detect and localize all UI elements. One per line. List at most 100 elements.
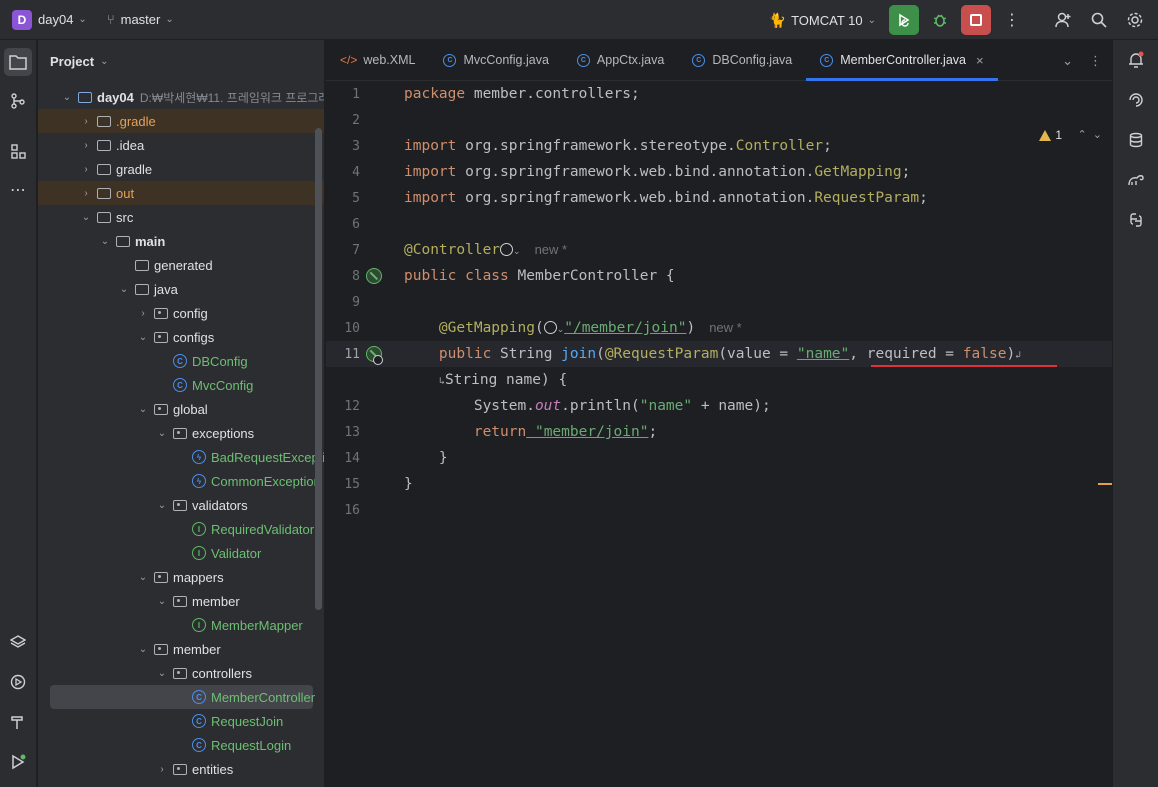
run-icon[interactable] — [4, 748, 32, 776]
chevron-down-icon[interactable]: ⌄ — [155, 500, 169, 511]
tree-item[interactable]: ⌄ member — [38, 637, 324, 661]
tree-item[interactable]: I Validator — [38, 541, 324, 565]
tree-item[interactable]: ⌄ java — [38, 277, 324, 301]
chevron-right-icon[interactable]: › — [79, 116, 93, 127]
tree-item[interactable]: ⌄ configs — [38, 325, 324, 349]
tree-item[interactable]: › .gradle — [38, 109, 324, 133]
run-config-selector[interactable]: 🐈 TOMCAT 10 ⌄ — [769, 12, 876, 29]
class-icon: C — [692, 53, 706, 67]
tree-item[interactable]: ⌄ global — [38, 397, 324, 421]
tab-appctx[interactable]: C AppCtx.java — [563, 40, 678, 80]
tree-item[interactable]: ⌄ main — [38, 229, 324, 253]
gradle-icon[interactable] — [1122, 166, 1150, 194]
commit-icon[interactable] — [4, 87, 32, 115]
gear-icon[interactable] — [1120, 5, 1150, 35]
tree-item[interactable]: ⌄ controllers — [38, 661, 324, 685]
rerun-button[interactable] — [889, 5, 919, 35]
tree-item[interactable]: C MvcConfig — [38, 373, 324, 397]
more-icon[interactable]: ⋮ — [1089, 53, 1102, 69]
tree-item[interactable]: ⌄ mappers — [38, 565, 324, 589]
tab-dbconfig[interactable]: C DBConfig.java — [678, 40, 806, 80]
tree-item[interactable]: ϟ BadRequestException — [38, 445, 324, 469]
chevron-down-icon[interactable]: ⌄ — [136, 572, 150, 583]
tree-item[interactable]: I MemberMapper — [38, 613, 324, 637]
globe-icon[interactable] — [543, 321, 557, 334]
tab-web-xml[interactable]: </> web.XML — [326, 40, 429, 80]
search-icon[interactable] — [1084, 5, 1114, 35]
chevron-right-icon[interactable]: › — [136, 308, 150, 319]
code-line: 9 — [326, 289, 1112, 315]
chevron-down-icon[interactable]: ⌄ — [155, 428, 169, 439]
tree-item[interactable]: C RequestLogin — [38, 733, 324, 757]
chevron-down-icon[interactable]: ⌄ — [60, 92, 74, 103]
tree-item-label: gradle — [116, 161, 153, 177]
tree-item[interactable]: › out — [38, 181, 324, 205]
project-badge[interactable]: D — [12, 9, 32, 30]
more-icon[interactable]: ⋮ — [997, 5, 1027, 35]
database-icon[interactable] — [1122, 126, 1150, 154]
tree-item[interactable]: › entities — [38, 757, 324, 781]
code-line: 5 import org.springframework.web.bind.an… — [326, 185, 1112, 211]
tree-item[interactable]: › gradle — [38, 157, 324, 181]
tree-item[interactable]: ⌄ validators — [38, 493, 324, 517]
line-number: 1 — [352, 86, 360, 102]
class-icon: C — [443, 53, 457, 67]
notifications-icon[interactable] — [1122, 46, 1150, 74]
spring-bean-icon[interactable] — [366, 268, 382, 284]
tree-item[interactable]: generated — [38, 253, 324, 277]
chevron-down-icon[interactable]: ⌄ — [155, 596, 169, 607]
services-icon[interactable] — [4, 668, 32, 696]
tree-item[interactable]: ⌄ member — [38, 589, 324, 613]
tree-item[interactable]: C DBConfig — [38, 349, 324, 373]
tree-item[interactable]: C RequestJoin — [38, 709, 324, 733]
debug-button[interactable] — [925, 5, 955, 35]
layers-icon[interactable] — [4, 628, 32, 656]
chevron-down-icon[interactable]: ⌄ — [136, 404, 150, 415]
tab-membercontroller[interactable]: C MemberController.java × — [806, 40, 998, 81]
tree-item-label: controllers — [192, 665, 252, 681]
chevron-down-icon[interactable]: ⌄ — [117, 284, 131, 295]
tree-item-label: MemberController — [211, 689, 316, 705]
close-icon[interactable]: × — [976, 53, 984, 68]
branch-selector[interactable]: ⑂ master ⌄ — [107, 12, 174, 27]
chevron-right-icon[interactable]: › — [79, 140, 93, 151]
tree-item[interactable]: › .idea — [38, 133, 324, 157]
chevron-down-icon[interactable]: ⌄ — [79, 212, 93, 223]
add-user-icon[interactable] — [1048, 5, 1078, 35]
structure-icon[interactable] — [4, 137, 32, 165]
project-scrollbar[interactable] — [315, 128, 322, 610]
chevron-down-icon[interactable]: ⌄ — [1062, 53, 1073, 69]
chevron-right-icon[interactable]: › — [79, 164, 93, 175]
stop-button[interactable] — [961, 5, 991, 35]
web-endpoint-icon[interactable] — [373, 355, 383, 365]
ai-assistant-icon[interactable] — [1122, 86, 1150, 114]
build-hammer-icon[interactable] — [4, 708, 32, 736]
tab-mvcconfig[interactable]: C MvcConfig.java — [429, 40, 562, 80]
tree-item[interactable]: C MemberController — [50, 685, 316, 709]
chevron-down-icon[interactable]: ⌄ — [155, 668, 169, 679]
stop-icon — [970, 14, 982, 26]
folder-icon — [97, 139, 111, 151]
project-name[interactable]: day04 — [38, 12, 73, 27]
project-folder-icon[interactable] — [4, 48, 32, 76]
tree-item[interactable]: › config — [38, 301, 324, 325]
code-area[interactable]: 1 ⌃ ⌄ 1 package member.controllers; 2 3 … — [326, 81, 1112, 787]
tree-item[interactable]: ⌄ exceptions — [38, 421, 324, 445]
warning-stripe-marker[interactable] — [1098, 483, 1112, 485]
chevron-right-icon[interactable]: › — [79, 188, 93, 199]
tree-item[interactable]: I RequiredValidator — [38, 517, 324, 541]
more-tools-icon[interactable]: ⋯ — [4, 176, 32, 204]
tree-item-label: .gradle — [116, 113, 156, 129]
folder-icon — [116, 235, 130, 247]
chevron-down-icon[interactable]: ⌄ — [136, 644, 150, 655]
chevron-down-icon[interactable]: ⌄ — [98, 236, 112, 247]
python-console-icon[interactable] — [1122, 206, 1150, 234]
chevron-down-icon[interactable]: ⌄ — [78, 14, 86, 25]
globe-icon[interactable] — [500, 243, 514, 256]
tree-item[interactable]: ⌄ src — [38, 205, 324, 229]
tree-item[interactable]: ⌄ day04 D:₩박세현₩11. 프레임워크 프로그래밍 — [38, 85, 324, 109]
project-panel-header[interactable]: Project ⌄ — [38, 40, 324, 82]
chevron-down-icon[interactable]: ⌄ — [136, 332, 150, 343]
chevron-right-icon[interactable]: › — [155, 764, 169, 775]
tree-item[interactable]: ϟ CommonException — [38, 469, 324, 493]
